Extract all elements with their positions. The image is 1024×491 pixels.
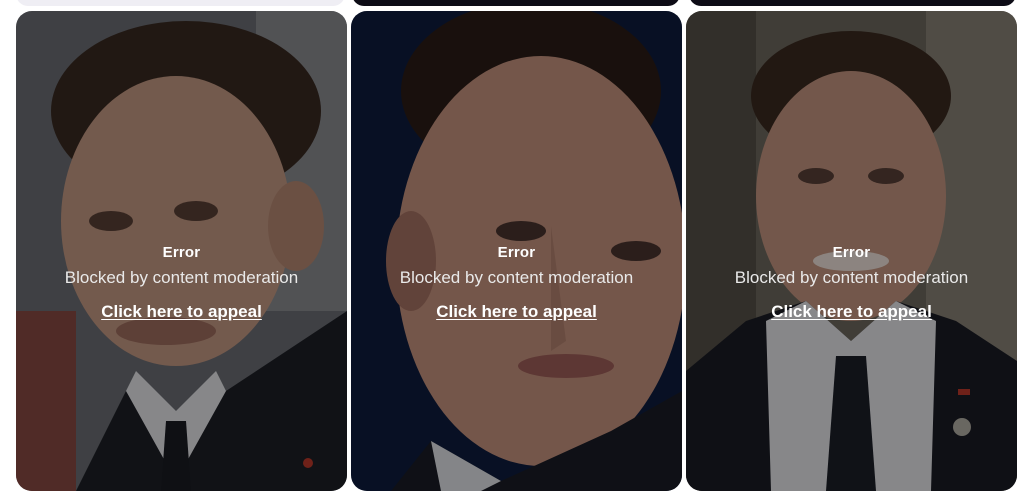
previous-row-card [352, 0, 680, 6]
image-card[interactable]: Error Blocked by content moderation Clic… [686, 11, 1017, 491]
error-message: Blocked by content moderation [399, 268, 634, 287]
appeal-link[interactable]: Click here to appeal [351, 302, 682, 322]
image-card[interactable]: Error Blocked by content moderation Clic… [16, 11, 347, 491]
error-title: Error [832, 244, 871, 261]
error-title: Error [162, 244, 201, 261]
previous-row-card [16, 0, 345, 6]
appeal-link[interactable]: Click here to appeal [16, 302, 347, 322]
image-card[interactable]: Error Blocked by content moderation Clic… [351, 11, 682, 491]
previous-row-card [689, 0, 1016, 6]
error-message: Blocked by content moderation [734, 268, 969, 287]
error-title: Error [497, 244, 536, 261]
appeal-link[interactable]: Click here to appeal [686, 302, 1017, 322]
error-message: Blocked by content moderation [64, 268, 299, 287]
